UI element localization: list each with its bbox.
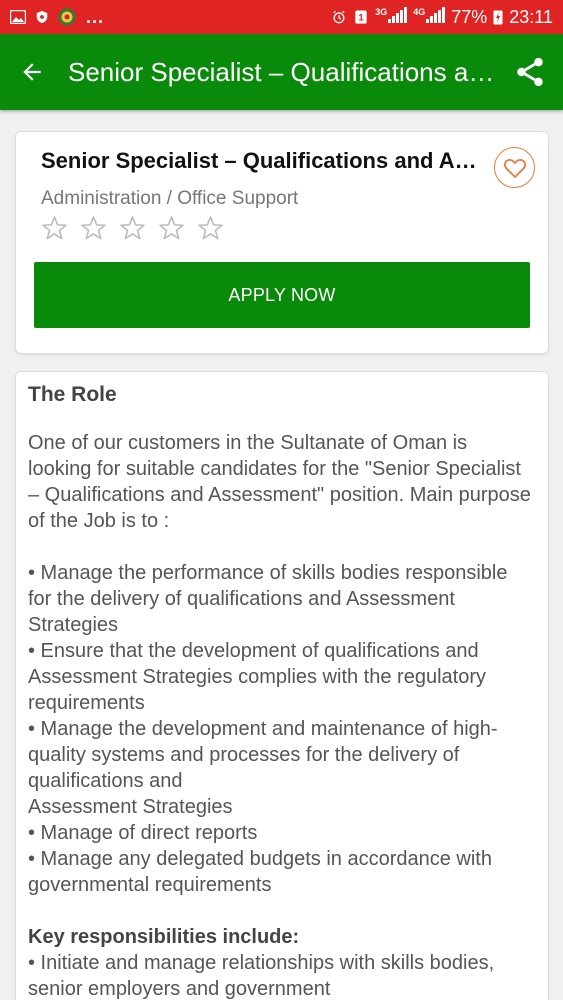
job-category: Administration / Office Support [41,188,299,209]
shield-icon [36,10,48,24]
star-icon[interactable] [118,214,147,243]
signal-strength-icon [388,6,408,23]
star-rating[interactable] [40,214,225,243]
purpose-item: • Manage any delegated budgets in accord… [28,848,492,896]
job-summary-card: Senior Specialist – Qualifications and A… [15,131,549,354]
network-4g: 4G [413,6,446,28]
responsibilities-heading: Key responsibilities include: [28,926,300,948]
star-icon[interactable] [157,214,186,243]
role-intro: One of our customers in the Sultanate of… [28,432,531,532]
purpose-item: • Manage the development and maintenance… [28,718,498,792]
sim-1-icon: 1 [355,10,367,24]
clock: 23:11 [509,6,553,27]
alarm-icon [333,10,345,24]
network-4g-label: 4G [413,6,426,17]
star-icon[interactable] [40,214,69,243]
star-icon[interactable] [196,214,225,243]
signal-strength-icon [426,6,446,23]
purpose-item: • Manage the performance of skills bodie… [28,562,508,636]
network-3g-label: 3G [375,6,388,17]
back-button[interactable] [0,34,64,110]
star-icon[interactable] [79,214,108,243]
purpose-item: Assessment Strategies [28,796,233,818]
notification-overflow: ... [86,6,105,27]
battery-charging-icon [493,10,503,25]
svg-text:1: 1 [359,13,365,24]
network-3g: 3G [375,6,408,28]
share-button[interactable] [497,34,563,110]
purpose-item: • Ensure that the development of qualifi… [28,640,486,714]
gallery-icon [10,10,26,24]
battery-level: 77% [451,6,488,27]
status-right: 1 3G 4G 77% 23:11 [331,6,553,28]
app-bar-title: Senior Specialist – Qualifications and A… [68,56,497,87]
status-left: ... [10,7,104,28]
arrow-back-icon [23,63,41,81]
status-bar: ... 1 3G 4G 77% 23:11 [0,0,563,34]
job-title: Senior Specialist – Qualifications and A… [41,148,481,173]
app-bar: Senior Specialist – Qualifications and A… [0,34,563,110]
favorite-button[interactable] [494,147,535,188]
job-description-card: The Role One of our customers in the Sul… [15,371,549,1000]
purpose-item: • Manage of direct reports [28,822,258,844]
share-icon [517,57,543,87]
role-heading: The Role [28,383,117,406]
apply-now-button[interactable]: APPLY NOW [34,262,530,328]
app-logo-icon [58,8,76,26]
responsibility-item: • Initiate and manage relationships with… [28,952,495,1000]
heart-outline-icon [503,158,526,178]
